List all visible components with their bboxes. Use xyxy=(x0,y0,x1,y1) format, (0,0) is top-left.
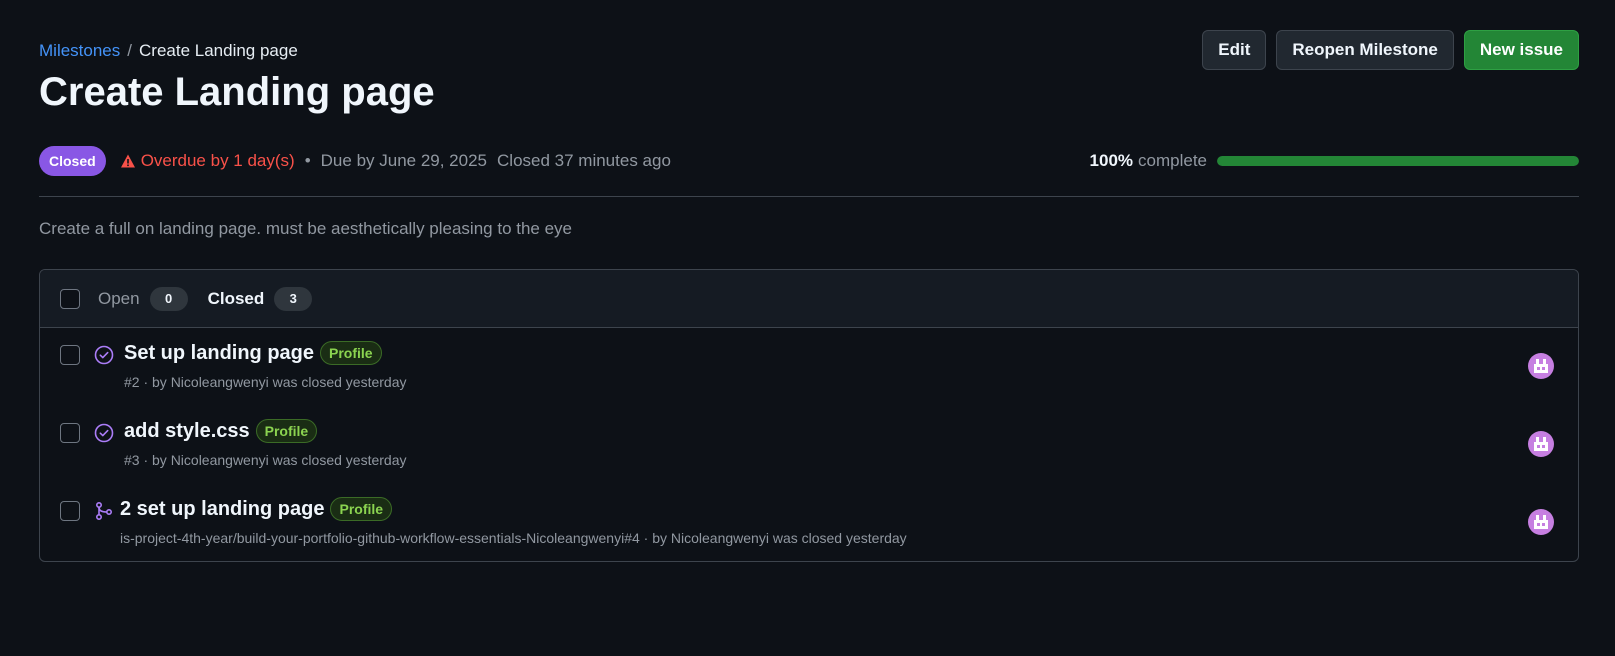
tab-open-count: 0 xyxy=(149,286,188,311)
meta-left: Closed Overdue by 1 day(s) • Due by June… xyxy=(39,146,671,176)
list-item-title-line: 2 set up landing page Profile xyxy=(120,497,907,521)
issues-list-box: Open 0 Closed 3 Set up landing page Prof… xyxy=(39,269,1579,562)
breadcrumb-separator: / xyxy=(127,41,132,60)
progress-bar xyxy=(1217,156,1579,166)
header-bar: Milestones / Create Landing page Edit Re… xyxy=(39,30,1579,70)
progress-label: complete xyxy=(1138,151,1207,170)
pr-meta: is-project-4th-year/build-your-portfolio… xyxy=(120,530,907,546)
list-item-body: Set up landing page Profile #2 · by Nico… xyxy=(124,341,406,406)
tab-open-label: Open xyxy=(98,288,140,308)
avatar[interactable] xyxy=(1528,431,1554,457)
state-badge: Closed xyxy=(39,146,106,176)
breadcrumb-milestones-link[interactable]: Milestones xyxy=(39,41,120,61)
tab-closed[interactable]: Closed 3 xyxy=(207,286,313,311)
label-badge[interactable]: Profile xyxy=(255,419,318,443)
list-item-body: add style.css Profile #3 · by Nicoleangw… xyxy=(124,419,406,484)
header-actions: Edit Reopen Milestone New issue xyxy=(1202,30,1579,70)
page-title: Create Landing page xyxy=(39,70,435,114)
progress-summary: 100% complete xyxy=(1090,151,1579,171)
row-checkbox[interactable] xyxy=(60,423,80,443)
list-item: 2 set up landing page Profile is-project… xyxy=(40,484,1578,561)
breadcrumb-current: Create Landing page xyxy=(139,41,298,60)
row-checkbox[interactable] xyxy=(60,501,80,521)
list-item: add style.css Profile #3 · by Nicoleangw… xyxy=(40,406,1578,484)
new-issue-button[interactable]: New issue xyxy=(1463,30,1579,70)
milestone-meta: Closed Overdue by 1 day(s) • Due by June… xyxy=(39,146,1579,176)
tab-open[interactable]: Open 0 xyxy=(98,286,188,311)
issue-meta: #2 · by Nicoleangwenyi was closed yester… xyxy=(124,374,407,390)
merged-pr-icon xyxy=(95,501,113,521)
list-item-title-line: add style.css Profile xyxy=(124,419,406,443)
identicon-avatar-icon xyxy=(1534,359,1548,373)
identicon-avatar-icon xyxy=(1534,515,1548,529)
reopen-milestone-button[interactable]: Reopen Milestone xyxy=(1276,30,1454,70)
meta-bullet: • xyxy=(304,151,311,170)
issue-title-link[interactable]: add style.css xyxy=(124,420,250,443)
label-badge[interactable]: Profile xyxy=(320,341,382,365)
avatar[interactable] xyxy=(1528,509,1554,535)
row-checkbox[interactable] xyxy=(60,345,80,365)
closed-issue-icon xyxy=(94,345,114,365)
label-badge[interactable]: Profile xyxy=(330,497,393,521)
overdue-notice: Overdue by 1 day(s) xyxy=(120,151,295,171)
alert-icon xyxy=(120,154,135,168)
list-item-body: 2 set up landing page Profile is-project… xyxy=(120,497,907,561)
tab-closed-label: Closed xyxy=(207,288,265,308)
issues-list-header: Open 0 Closed 3 xyxy=(40,270,1578,328)
milestone-page: Milestones / Create Landing page Edit Re… xyxy=(39,30,1579,562)
progress-bar-fill xyxy=(1217,156,1579,166)
list-item: Set up landing page Profile #2 · by Nico… xyxy=(40,328,1578,406)
progress-percent: 100% xyxy=(1089,151,1134,170)
list-item-title-line: Set up landing page Profile xyxy=(124,341,406,365)
avatar[interactable] xyxy=(1528,353,1554,379)
closed-issue-icon xyxy=(94,423,114,443)
issue-title-link[interactable]: Set up landing page xyxy=(124,342,314,365)
edit-button[interactable]: Edit xyxy=(1202,30,1267,70)
closed-time: Closed 37 minutes ago xyxy=(497,151,671,170)
select-all-checkbox[interactable] xyxy=(60,288,80,309)
due-date: Due by June 29, 2025 xyxy=(320,151,488,170)
milestone-description: Create a full on landing page. must be a… xyxy=(39,219,573,238)
overdue-text: Overdue by 1 day(s) xyxy=(140,151,295,170)
issue-meta: #3 · by Nicoleangwenyi was closed yester… xyxy=(124,452,407,468)
pr-title-link[interactable]: 2 set up landing page xyxy=(120,498,324,521)
divider xyxy=(39,196,1579,197)
breadcrumb: Milestones / Create Landing page xyxy=(39,41,298,61)
identicon-avatar-icon xyxy=(1534,437,1548,451)
tab-closed-count: 3 xyxy=(274,286,313,311)
